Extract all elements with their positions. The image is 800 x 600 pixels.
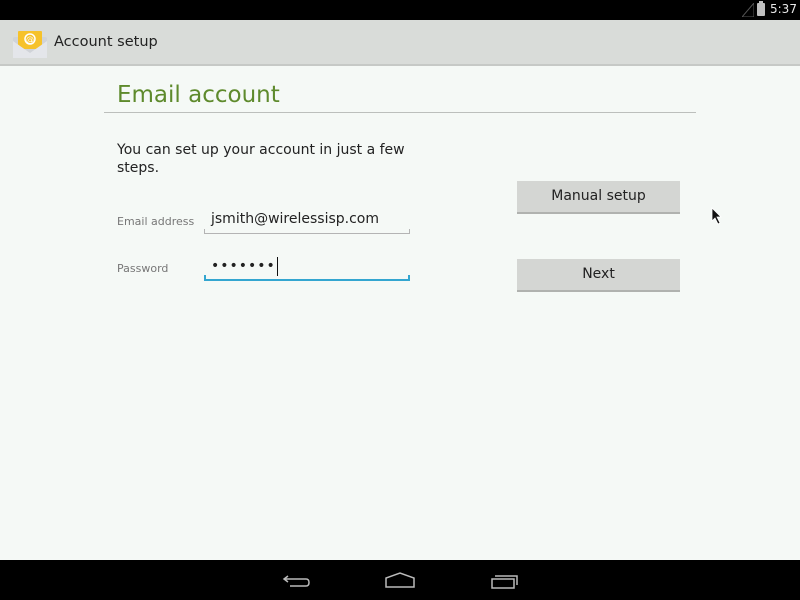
- back-icon[interactable]: [276, 568, 316, 592]
- password-value: •••••••: [211, 258, 276, 274]
- intro-text: You can set up your account in just a fe…: [117, 142, 405, 176]
- action-bar: @ Account setup: [0, 20, 800, 66]
- text-caret: [276, 256, 278, 276]
- next-button[interactable]: Next: [517, 259, 680, 292]
- email-address-label: Email address: [117, 215, 195, 228]
- home-icon[interactable]: [380, 568, 420, 592]
- email-address-value: jsmith@wirelessisp.com: [211, 211, 379, 227]
- password-label: Password: [117, 262, 169, 275]
- mouse-pointer-icon: [711, 207, 722, 225]
- action-bar-title: Account setup: [54, 34, 158, 50]
- email-address-input[interactable]: jsmith@wirelessisp.com: [204, 208, 410, 234]
- manual-setup-button[interactable]: Manual setup: [517, 181, 680, 214]
- status-bar: 5:37: [0, 0, 800, 20]
- password-input[interactable]: •••••••: [204, 255, 410, 281]
- recent-apps-icon[interactable]: [485, 568, 525, 592]
- email-account-form: Email account You can set up your accoun…: [0, 68, 800, 560]
- page-title: Email account: [117, 82, 280, 108]
- title-divider: [104, 112, 696, 113]
- clock: 5:37: [770, 2, 797, 16]
- battery-charging-icon: [757, 1, 765, 16]
- svg-text:@: @: [26, 35, 34, 44]
- signal-icon: [742, 3, 754, 17]
- navigation-bar: [0, 560, 800, 600]
- email-app-icon[interactable]: @: [12, 29, 48, 59]
